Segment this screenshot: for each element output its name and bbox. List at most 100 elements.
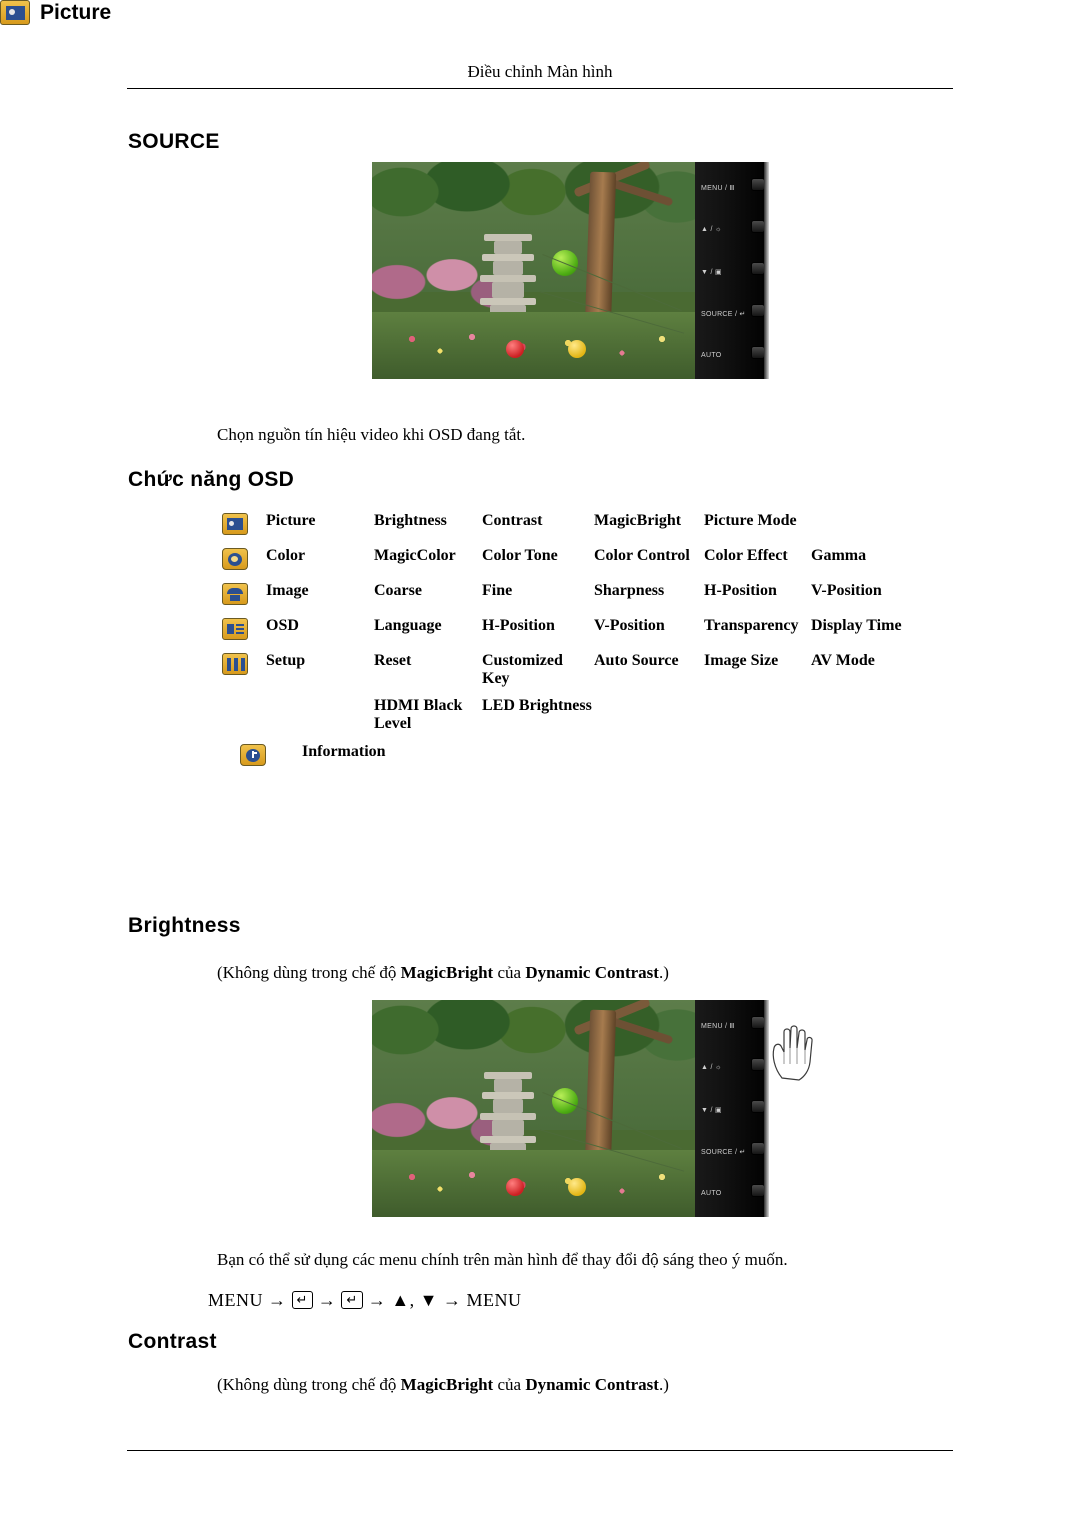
osd-cell: V-Position [811,582,882,599]
osd-cell: Brightness [374,512,447,529]
monitor-illustration-brightness: MENU / Ⅲ ▲ / ☼ ▼ / ▣ SOURCE / ↵ AUTO [372,1000,813,1217]
osd-cell: Transparency [704,617,799,634]
osd-cell: Image Size [704,652,779,669]
note-bold-magicbright: MagicBright [400,963,494,982]
button-down[interactable] [751,1100,765,1113]
running-header: Điều chỉnh Màn hình [467,62,613,81]
monitor-screen [372,1000,695,1217]
button-auto[interactable] [751,346,765,359]
button-source[interactable] [751,304,765,317]
monitor-button-panel: MENU / Ⅲ ▲ / ☼ ▼ / ▣ SOURCE / ↵ AUTO [695,1000,769,1217]
table-row: Setup Reset Customized Key Auto Source I… [222,652,952,688]
osd-cell: Color Tone [482,547,558,564]
note-mid: của [493,1375,526,1394]
osd-function-table: Picture Brightness Contrast MagicBright … [222,512,952,778]
table-row: Color MagicColor Color Tone Color Contro… [222,547,952,575]
setup-icon [222,652,266,680]
panel-edge [764,162,769,379]
osd-row-label: Setup [266,652,306,669]
flower-bed [372,1155,695,1217]
osd-cell: Auto Source [594,652,679,669]
button-label-menu: MENU / Ⅲ [701,1023,735,1030]
table-subrow: HDMI Black Level LED Brightness [222,697,952,733]
note-bold-dynamic-contrast: Dynamic Contrast [525,963,659,982]
heading-contrast: Contrast [128,1330,217,1353]
red-lantern [506,1178,524,1196]
note-prefix: (Không dùng trong chế độ [217,963,401,982]
brightness-description: Bạn có thể sử dụng các menu chính trên m… [217,1250,788,1269]
stone-pagoda [480,234,536,320]
enter-key-icon: ↵ [291,1291,313,1309]
button-label-down: ▼ / ▣ [701,269,722,276]
note-mid: của [493,963,526,982]
monitor-button-panel: MENU / Ⅲ ▲ / ☼ ▼ / ▣ SOURCE / ↵ AUTO [695,162,769,379]
osd-cell: Customized Key [482,652,563,687]
button-menu[interactable] [751,1016,765,1029]
osd-row-label: OSD [266,617,299,634]
osd-cell: Color Effect [704,547,788,564]
monitor-illustration-source: MENU / Ⅲ ▲ / ☼ ▼ / ▣ SOURCE / ↵ AUTO [372,162,769,379]
up-arrow-icon: ▲ [391,1290,410,1310]
osd-cell: Contrast [482,512,543,529]
menu-path-end: MENU [466,1290,522,1310]
osd-cell: Gamma [811,547,867,564]
menu-path-arrow: → [367,1290,387,1310]
note-suffix: .) [658,963,669,982]
osd-cell: V-Position [594,617,665,634]
flower-bed [372,317,695,379]
osd-row-label: Image [266,582,309,599]
menu-path-arrow: → [317,1290,337,1310]
down-arrow-icon: ▼ [419,1290,438,1310]
footer-rule [127,1450,953,1451]
osd-cell: HDMI Black Level [374,697,463,732]
image-icon [222,582,266,610]
picture-icon [0,0,30,25]
enter-key-icon: ↵ [341,1291,363,1309]
osd-icon [222,617,266,645]
osd-cell: Sharpness [594,582,665,599]
table-row: Information [222,743,952,771]
button-label-up: ▲ / ☼ [701,1064,722,1071]
button-down[interactable] [751,262,765,275]
header-rule [127,88,953,89]
button-auto[interactable] [751,1184,765,1197]
osd-cell: H-Position [704,582,777,599]
button-label-auto: AUTO [701,1190,722,1197]
menu-path-start: MENU [208,1290,263,1310]
osd-cell: AV Mode [811,652,875,669]
hand-pointer-icon [772,1025,813,1081]
note-bold-magicbright: MagicBright [400,1375,494,1394]
document-page: Điều chỉnh Màn hình SOURCE MENU / Ⅲ ▲ / … [0,0,1080,1527]
yellow-lantern [568,340,586,358]
table-row: Image Coarse Fine Sharpness H-Position V… [222,582,952,610]
osd-cell: LED Brightness [482,697,592,714]
red-lantern [506,340,524,358]
osd-cell: Fine [482,582,513,599]
menu-path-arrow: → [268,1290,287,1310]
button-menu[interactable] [751,178,765,191]
osd-cell: H-Position [482,617,555,634]
note-suffix: .) [658,1375,669,1394]
osd-cell: Color Control [594,547,690,564]
heading-picture-label: Picture [40,0,112,24]
osd-cell: Reset [374,652,412,669]
button-label-auto: AUTO [701,352,722,359]
contrast-note: (Không dùng trong chế độ MagicBright của… [217,1375,669,1395]
button-up[interactable] [751,1058,765,1071]
osd-row-label: Color [266,547,306,564]
osd-cell: Language [374,617,442,634]
heading-picture: Picture [0,0,1080,25]
note-prefix: (Không dùng trong chế độ [217,1375,401,1394]
monitor-screen [372,162,695,379]
color-icon [222,547,266,575]
button-up[interactable] [751,220,765,233]
brightness-note: (Không dùng trong chế độ MagicBright của… [217,963,669,983]
button-source[interactable] [751,1142,765,1155]
brightness-menu-path: MENU → ↵ → ↵ → ▲, ▼ → MENU [208,1290,521,1311]
stone-pagoda [480,1072,536,1158]
button-label-source: SOURCE / ↵ [701,311,746,318]
osd-row-label: Picture [266,512,316,529]
osd-cell: MagicColor [374,547,456,564]
heading-source: SOURCE [128,130,220,153]
button-label-up: ▲ / ☼ [701,226,722,233]
